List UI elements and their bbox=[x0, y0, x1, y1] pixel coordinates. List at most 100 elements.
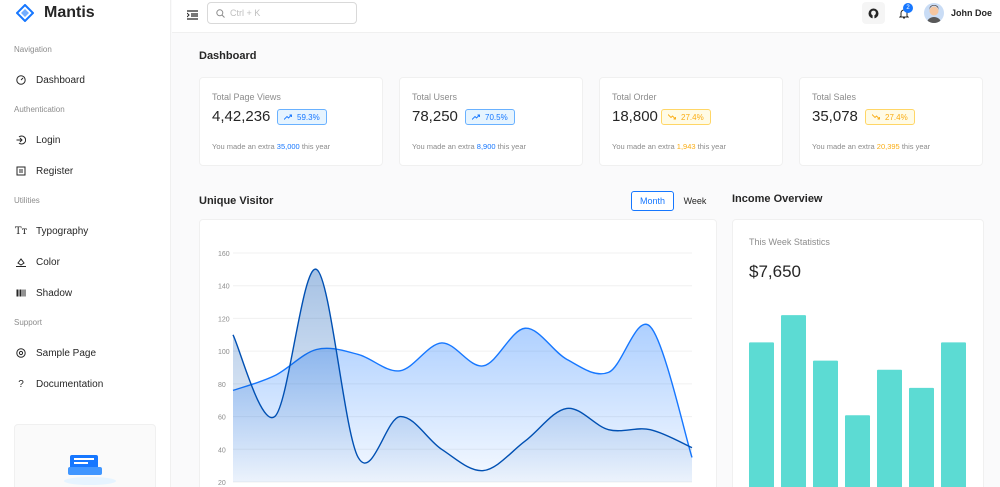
sidebar-item-label: Color bbox=[36, 256, 60, 268]
stat-extra-value: 1,943 bbox=[676, 142, 696, 151]
unique-visitor-title: Unique Visitor bbox=[199, 195, 274, 207]
unique-visitor-chart: 20 40 60 80 100 120 140 160 bbox=[218, 251, 693, 487]
stat-change-value: 27.4% bbox=[885, 112, 908, 122]
sidebar: Mantis Navigation Dashboard Authenticati… bbox=[0, 0, 171, 487]
stat-extra-value: 35,000 bbox=[276, 142, 300, 151]
sidebar-item-typography[interactable]: Tт Typography bbox=[14, 221, 89, 241]
stat-footnote: You made an extra 1,943 this year bbox=[612, 142, 727, 151]
unique-visitor-chart-card: 20 40 60 80 100 120 140 160 bbox=[199, 219, 717, 487]
sidebar-item-label: Register bbox=[36, 165, 74, 177]
sidebar-item-register[interactable]: Register bbox=[16, 161, 73, 181]
stat-card-orders: Total Order 18,800 27.4% You made an ext… bbox=[599, 77, 783, 166]
stat-title: Total Page Views bbox=[212, 92, 281, 102]
stat-change-badge: 27.4% bbox=[661, 109, 711, 125]
search-box[interactable] bbox=[207, 2, 357, 24]
avatar bbox=[924, 3, 944, 23]
y-tick-label: 160 bbox=[218, 251, 230, 258]
user-profile[interactable]: John Doe bbox=[924, 2, 992, 24]
sidebar-item-color[interactable]: Color bbox=[16, 252, 60, 272]
menu-toggle-icon[interactable] bbox=[184, 7, 200, 23]
promo-card bbox=[14, 424, 156, 487]
notification-badge: 2 bbox=[903, 3, 913, 13]
shadow-icon bbox=[16, 288, 26, 298]
stat-card-sales: Total Sales 35,078 27.4% You made an ext… bbox=[799, 77, 983, 166]
income-bar-chart bbox=[749, 315, 966, 487]
income-overview-title: Income Overview bbox=[732, 193, 823, 205]
nav-group-utilities: Utilities bbox=[14, 196, 40, 205]
trend-down-icon bbox=[668, 114, 676, 120]
y-tick-label: 60 bbox=[218, 415, 226, 422]
stat-change-badge: 70.5% bbox=[465, 109, 515, 125]
week-toggle-button[interactable]: Week bbox=[678, 191, 712, 211]
y-tick-label: 20 bbox=[218, 480, 226, 487]
trend-up-icon bbox=[284, 114, 292, 120]
sidebar-item-login[interactable]: Login bbox=[16, 130, 60, 150]
github-icon bbox=[868, 8, 879, 18]
color-icon bbox=[16, 257, 26, 267]
register-icon bbox=[16, 166, 26, 176]
sidebar-item-shadow[interactable]: Shadow bbox=[16, 283, 72, 303]
stat-footnote: You made an extra 8,900 this year bbox=[412, 142, 527, 151]
trend-up-icon bbox=[472, 114, 480, 120]
sidebar-item-label: Documentation bbox=[36, 378, 104, 390]
stat-footnote: You made an extra 35,000 this year bbox=[212, 142, 331, 151]
trend-down-icon bbox=[872, 114, 880, 120]
sidebar-item-sample-page[interactable]: Sample Page bbox=[16, 343, 96, 363]
stat-change-value: 27.4% bbox=[681, 112, 704, 122]
sidebar-item-label: Shadow bbox=[36, 287, 73, 299]
income-bar bbox=[877, 369, 902, 487]
stat-footnote: You made an extra 20,395 this year bbox=[812, 142, 931, 151]
brand-name: Mantis bbox=[44, 4, 95, 21]
income-bar bbox=[781, 315, 806, 487]
income-bar bbox=[845, 415, 870, 487]
stat-extra-value: 8,900 bbox=[476, 142, 496, 151]
typography-icon: Tт bbox=[14, 225, 28, 237]
nav-group-support: Support bbox=[14, 318, 43, 327]
y-tick-label: 140 bbox=[218, 284, 230, 291]
stat-title: Total Sales bbox=[812, 92, 857, 102]
y-tick-label: 100 bbox=[218, 349, 230, 356]
stat-change-value: 59.3% bbox=[297, 112, 320, 122]
stat-card-users: Total Users 78,250 70.5% You made an ext… bbox=[399, 77, 583, 166]
stat-title: Total Order bbox=[612, 92, 657, 102]
sidebar-item-label: Dashboard bbox=[36, 74, 85, 86]
user-name: John Doe bbox=[951, 8, 993, 18]
login-icon bbox=[16, 135, 26, 145]
stat-value: 4,42,236 bbox=[212, 108, 271, 125]
nav-group-navigation: Navigation bbox=[14, 45, 52, 54]
mantis-logo-icon bbox=[16, 4, 34, 22]
sidebar-item-label: Typography bbox=[36, 225, 89, 237]
search-icon bbox=[216, 8, 225, 18]
income-overview-card: This Week Statistics $7,650 bbox=[732, 219, 984, 487]
stat-value: 18,800 bbox=[612, 108, 658, 125]
sidebar-item-documentation[interactable]: ? Documentation bbox=[16, 374, 103, 394]
promo-illustration-icon bbox=[64, 455, 116, 485]
stat-value: 78,250 bbox=[412, 108, 458, 125]
page-title: Dashboard bbox=[199, 50, 257, 62]
github-button[interactable] bbox=[862, 2, 885, 24]
stat-card-page-views: Total Page Views 4,42,236 59.3% You made… bbox=[199, 77, 383, 166]
month-toggle-button[interactable]: Month bbox=[631, 191, 674, 211]
sidebar-item-label: Login bbox=[36, 134, 61, 146]
brand-logo[interactable]: Mantis bbox=[16, 0, 95, 26]
avatar-icon bbox=[927, 5, 941, 23]
stat-change-badge: 59.3% bbox=[277, 109, 327, 125]
stat-title: Total Users bbox=[412, 92, 458, 102]
income-bar bbox=[909, 387, 934, 487]
chrome-icon bbox=[16, 348, 26, 358]
stat-value: 35,078 bbox=[812, 108, 858, 125]
dashboard-icon bbox=[16, 75, 26, 85]
sidebar-item-label: Sample Page bbox=[36, 347, 97, 359]
sidebar-item-dashboard[interactable]: Dashboard bbox=[16, 70, 85, 90]
top-bar: 2 John Doe bbox=[172, 0, 1000, 33]
stat-change-value: 70.5% bbox=[485, 112, 508, 122]
question-icon: ? bbox=[18, 378, 24, 390]
y-tick-label: 40 bbox=[218, 447, 226, 454]
nav-group-authentication: Authentication bbox=[14, 105, 65, 114]
income-bar bbox=[941, 342, 966, 487]
y-tick-label: 80 bbox=[218, 382, 226, 389]
search-input[interactable] bbox=[230, 8, 340, 18]
income-bar bbox=[749, 342, 774, 487]
stat-extra-value: 20,395 bbox=[876, 142, 900, 151]
income-bar bbox=[813, 360, 838, 487]
